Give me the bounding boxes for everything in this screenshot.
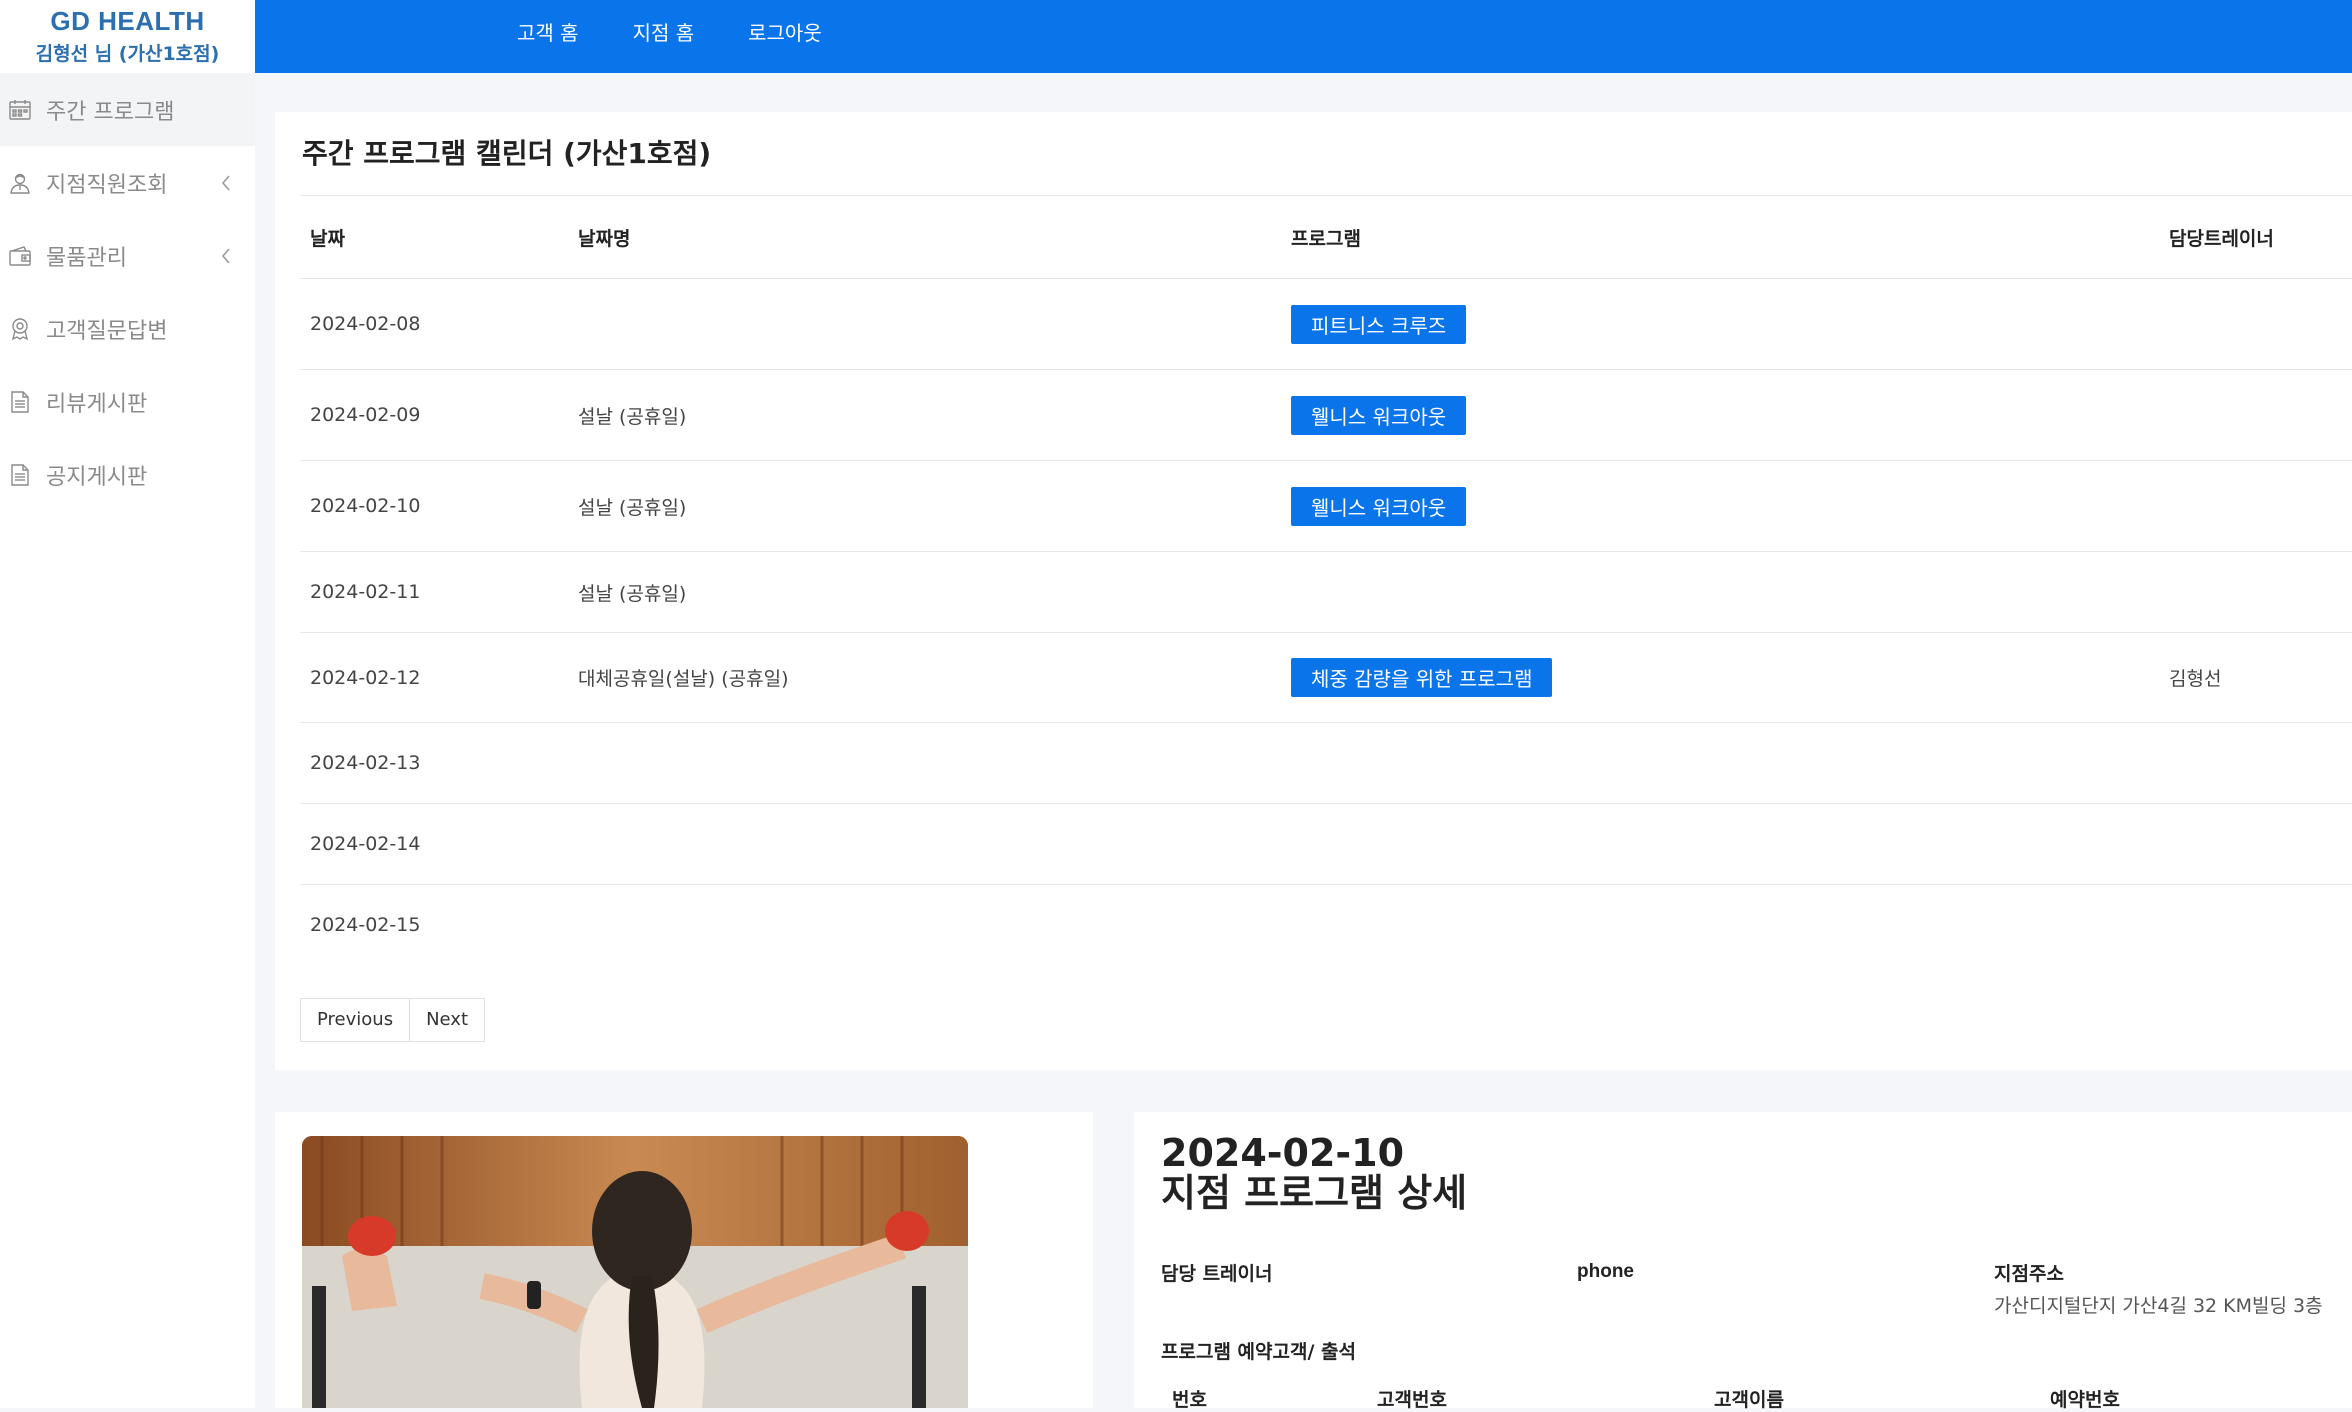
cell-program [1281, 885, 2159, 966]
column-header-program: 프로그램 [1281, 195, 2159, 279]
cell-trainer [2159, 803, 2352, 885]
next-button[interactable]: Next [410, 998, 486, 1042]
cell-program: 체중 감량을 위한 프로그램 [1281, 632, 2159, 723]
sidebar-item-label: 리뷰게시판 [46, 391, 148, 417]
cell-date: 2024-02-11 [300, 551, 568, 633]
sidebar-item-label: 고객질문답변 [46, 318, 168, 344]
previous-button[interactable]: Previous [300, 998, 411, 1042]
cell-date: 2024-02-12 [300, 632, 568, 723]
program-image-card [275, 1112, 1093, 1408]
sidebar-item-label: 물품관리 [46, 245, 127, 271]
brand: GD HEALTH 김형선 님 (가산1호점) [0, 0, 255, 73]
program-detail-card: 2024-02-10 지점 프로그램 상세 담당 트레이너 phone 지점주소… [1134, 1112, 2352, 1411]
cell-trainer [2159, 551, 2352, 633]
sidebar-item-weekly-program[interactable]: 주간 프로그램 [0, 73, 255, 146]
program-badge[interactable]: 웰니스 워크아웃 [1291, 395, 1467, 435]
cell-date-name: 설날 (공휴일) [568, 551, 1281, 633]
pagination: Previous Next [300, 998, 486, 1042]
table-row: 2024-02-10 설날 (공휴일) 웰니스 워크아웃 [300, 460, 2352, 552]
cell-date: 2024-02-13 [300, 722, 568, 804]
badge-icon [8, 317, 32, 341]
cell-date-name [568, 722, 1281, 804]
cell-date-name: 대체공휴일(설날) (공휴일) [568, 632, 1281, 723]
cell-date-name: 설날 (공휴일) [568, 369, 1281, 461]
cell-date-name: 설날 (공휴일) [568, 460, 1281, 552]
top-nav-links: 고객 홈 지점 홈 로그아웃 [517, 0, 876, 63]
cell-program [1281, 803, 2159, 885]
staff-icon [8, 171, 32, 195]
cell-program: 피트니스 크루즈 [1281, 278, 2159, 370]
sidebar-item-staff[interactable]: 지점직원조회 [0, 146, 255, 219]
customer-home-link[interactable]: 고객 홈 [517, 17, 579, 46]
branch-home-link[interactable]: 지점 홈 [633, 17, 695, 46]
cell-date: 2024-02-09 [300, 369, 568, 461]
cell-trainer [2159, 369, 2352, 461]
sidebar-item-customer-qa[interactable]: 고객질문답변 [0, 292, 255, 365]
column-header-date-name: 날짜명 [568, 195, 1281, 279]
sidebar-item-inventory[interactable]: 물품관리 [0, 219, 255, 292]
reservation-label: 프로그램 예약고객/ 출석 [1161, 1341, 1356, 1363]
column-header-trainer: 담당트레이너 [2159, 195, 2352, 279]
trainer-label: 담당 트레이너 [1161, 1263, 1273, 1285]
detail-date: 2024-02-10 [1161, 1131, 1405, 1175]
table-row: 2024-02-13 [300, 722, 2352, 804]
cell-date: 2024-02-15 [310, 914, 421, 937]
sidebar-item-label: 주간 프로그램 [46, 99, 175, 125]
program-badge[interactable]: 웰니스 워크아웃 [1291, 486, 1467, 526]
program-badge[interactable]: 체중 감량을 위한 프로그램 [1291, 658, 1553, 697]
cell-date: 2024-02-10 [300, 460, 568, 552]
calendar-icon [8, 98, 32, 122]
cell-program [1281, 722, 2159, 804]
chevron-left-icon[interactable] [219, 173, 233, 193]
cell-date: 2024-02-14 [300, 803, 568, 885]
sidebar-item-label: 지점직원조회 [46, 172, 168, 198]
chevron-left-icon[interactable] [219, 246, 233, 266]
cell-date-name [568, 803, 1281, 885]
column-header-date: 날짜 [300, 195, 568, 279]
cell-program: 웰니스 워크아웃 [1281, 369, 2159, 461]
sidebar-item-notice-board[interactable]: 공지게시판 [0, 438, 255, 511]
cell-date: 2024-02-08 [300, 278, 568, 370]
cell-date-name [568, 278, 1281, 370]
program-photo [302, 1136, 968, 1408]
cell-trainer [2159, 722, 2352, 804]
cell-trainer: 김형선 [2159, 632, 2352, 723]
cell-program: 웰니스 워크아웃 [1281, 460, 2159, 552]
brand-title[interactable]: GD HEALTH [0, 0, 255, 37]
document-icon [8, 390, 32, 414]
logout-link[interactable]: 로그아웃 [748, 17, 822, 46]
calendar-table: 날짜 날짜명 프로그램 담당트레이너 2024-02-08 피트니스 크루즈 2… [300, 195, 2352, 966]
sidebar-item-review-board[interactable]: 리뷰게시판 [0, 365, 255, 438]
brand-user: 김형선 님 (가산1호점) [35, 43, 220, 65]
table-row: 2024-02-15 [300, 885, 2352, 966]
cell-trainer [2159, 885, 2352, 966]
table-row: 2024-02-14 [300, 803, 2352, 885]
top-navbar: 고객 홈 지점 홈 로그아웃 [255, 0, 2352, 73]
cell-date-name [568, 885, 1281, 966]
wallet-icon [8, 244, 32, 268]
cell-trainer [2159, 460, 2352, 552]
address-value: 가산디지털단지 가산4길 32 KM빌딩 3층 [1994, 1295, 2323, 1317]
program-badge[interactable]: 피트니스 크루즈 [1291, 304, 1467, 344]
cell-trainer [2159, 278, 2352, 370]
document-icon [8, 463, 32, 487]
detail-title: 지점 프로그램 상세 [1161, 1171, 1468, 1215]
table-header-row: 날짜 날짜명 프로그램 담당트레이너 [300, 195, 2352, 279]
table-row: 2024-02-11 설날 (공휴일) [300, 551, 2352, 633]
cell-program [1281, 551, 2159, 633]
sidebar-item-label: 공지게시판 [46, 464, 148, 490]
phone-label: phone [1577, 1261, 1634, 1282]
table-row: 2024-02-09 설날 (공휴일) 웰니스 워크아웃 [300, 369, 2352, 461]
table-row: 2024-02-12 대체공휴일(설날) (공휴일) 체중 감량을 위한 프로그… [300, 632, 2352, 723]
sidebar-nav: 주간 프로그램 지점직원조회 물품관리 고객질문답변 리뷰게시판 공지게시판 [0, 73, 255, 511]
weekly-calendar-card: 주간 프로그램 캘린더 (가산1호점) 날짜 날짜명 프로그램 담당트레이너 2… [275, 112, 2352, 1070]
calendar-title: 주간 프로그램 캘린더 (가산1호점) [302, 137, 712, 170]
sidebar: GD HEALTH 김형선 님 (가산1호점) 주간 프로그램 지점직원조회 물… [0, 0, 255, 1408]
table-row: 2024-02-08 피트니스 크루즈 [300, 278, 2352, 370]
address-label: 지점주소 [1994, 1263, 2064, 1285]
workout-photo-illustration [302, 1136, 968, 1408]
